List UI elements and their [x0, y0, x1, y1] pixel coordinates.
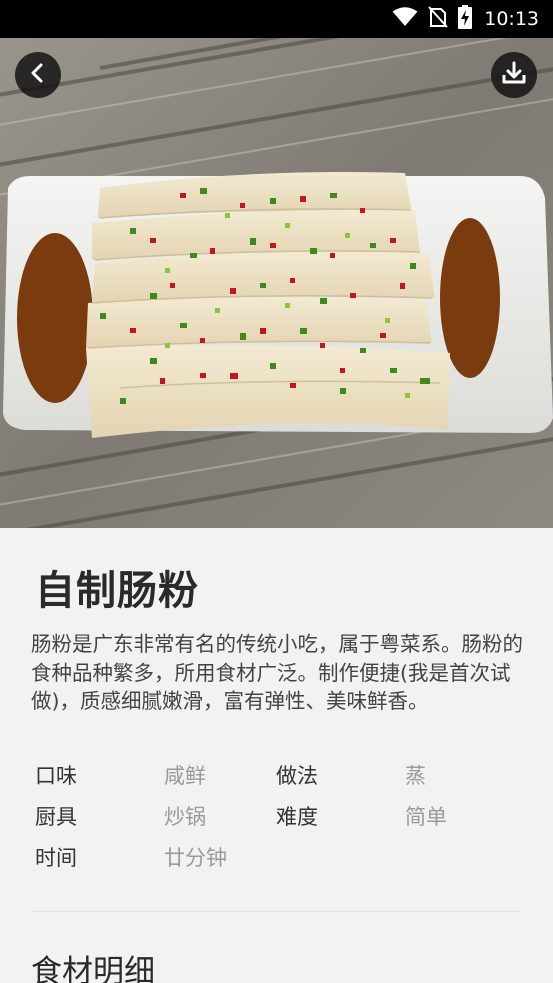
status-time: 10:13 — [484, 8, 539, 30]
taste-value: 咸鲜 — [164, 764, 206, 788]
tool-label: 厨具 — [35, 805, 77, 829]
difficulty-value: 简单 — [405, 805, 447, 829]
recipe-details: 自制肠粉 肠粉是广东非常有名的传统小吃，属于粤菜系。肠粉的食种品种繁多，所用食材… — [0, 528, 553, 983]
tool-value: 炒锅 — [164, 805, 206, 829]
status-bar: 10:13 — [0, 0, 553, 38]
difficulty-label: 难度 — [276, 805, 318, 829]
time-label: 时间 — [35, 846, 77, 870]
attribute-row: 时间 廿分钟 — [35, 842, 515, 883]
divider — [31, 911, 521, 912]
no-sim-icon — [428, 6, 448, 32]
time-value: 廿分钟 — [164, 846, 227, 870]
wifi-icon — [392, 7, 418, 31]
download-icon — [501, 60, 527, 90]
method-label: 做法 — [276, 764, 318, 788]
method-value: 蒸 — [405, 764, 426, 788]
recipe-description: 肠粉是广东非常有名的传统小吃，属于粤菜系。肠粉的食种品种繁多，所用食材广泛。制作… — [31, 632, 523, 713]
recipe-title: 自制肠粉 — [35, 568, 199, 614]
attribute-row: 厨具 炒锅 难度 简单 — [35, 801, 515, 842]
download-button[interactable] — [491, 52, 537, 98]
attribute-row: 口味 咸鲜 做法 蒸 — [35, 760, 515, 801]
recipe-photo — [0, 38, 553, 528]
battery-charging-icon — [458, 5, 473, 33]
ingredients-section-title: 食材明细 — [31, 954, 155, 983]
recipe-attributes: 口味 咸鲜 做法 蒸 厨具 炒锅 难度 简单 时间 廿分钟 — [35, 760, 515, 883]
taste-label: 口味 — [35, 764, 77, 788]
chevron-left-icon — [28, 62, 48, 88]
status-icons: 10:13 — [392, 0, 539, 38]
back-button[interactable] — [15, 52, 61, 98]
